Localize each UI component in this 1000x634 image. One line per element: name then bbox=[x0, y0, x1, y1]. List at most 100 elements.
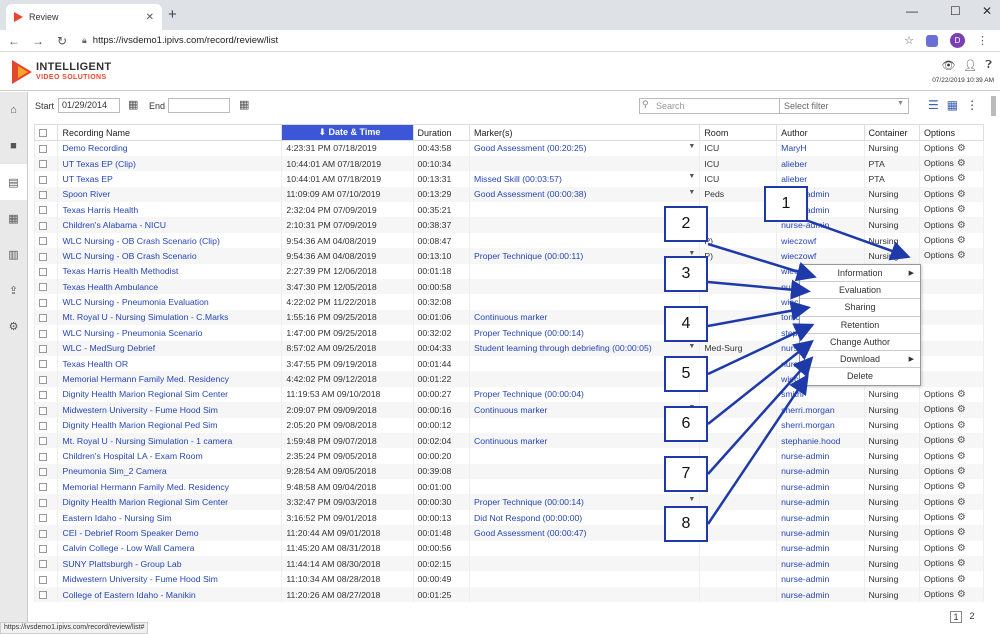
user-icon[interactable]: 👤︎ bbox=[963, 59, 977, 72]
recording-name[interactable]: Texas Health Ambulance bbox=[57, 279, 283, 295]
recording-name[interactable]: Pneumonia Sim_2 Camera bbox=[57, 463, 283, 480]
row-checkbox[interactable] bbox=[39, 406, 47, 415]
options-label[interactable]: Options bbox=[924, 250, 954, 260]
start-calendar-icon[interactable]: ▦ bbox=[128, 98, 138, 111]
table-row[interactable]: Spoon River 11:09:09 AM 07/10/2019 00:13:2… bbox=[33, 186, 985, 203]
options-label[interactable]: Options bbox=[924, 481, 954, 491]
gear-icon[interactable]: ⚙ bbox=[957, 466, 966, 477]
table-row[interactable]: Eastern Idaho - Nursing Sim 3:16:52 PM 09… bbox=[33, 509, 985, 526]
col-markers[interactable]: Marker(s) bbox=[468, 124, 701, 141]
gear-icon[interactable]: ⚙ bbox=[957, 527, 966, 538]
recording-marker[interactable]: Good Assessment (00:20:25) ▼ bbox=[468, 140, 701, 156]
recording-name[interactable]: Mt. Royal U - Nursing Simulation - C.Mar… bbox=[57, 309, 283, 326]
options-label[interactable]: Options bbox=[924, 389, 954, 399]
options-cell[interactable]: Options ⚙ bbox=[918, 571, 985, 587]
options-label[interactable]: Options bbox=[924, 435, 954, 445]
recording-author[interactable]: alieber bbox=[776, 155, 865, 172]
options-cell[interactable]: Options ⚙ bbox=[918, 402, 985, 418]
options-label[interactable]: Options bbox=[924, 158, 954, 168]
table-row[interactable]: Memorial Hermann Family Med. Residency 9:… bbox=[33, 479, 985, 495]
list-view-icon[interactable]: ☰ bbox=[928, 98, 939, 112]
options-cell[interactable] bbox=[918, 340, 985, 356]
row-checkbox[interactable] bbox=[39, 560, 47, 569]
options-label[interactable]: Options bbox=[924, 543, 954, 553]
recording-name[interactable]: Dignity Health Marion Regional Sim Cente… bbox=[57, 386, 283, 403]
options-cell[interactable] bbox=[918, 279, 985, 295]
new-tab-icon[interactable]: + bbox=[168, 6, 177, 23]
recording-name[interactable]: SUNY Plattsburgh - Group Lab bbox=[57, 556, 283, 572]
recording-author[interactable]: sherri.morgan bbox=[776, 402, 865, 418]
recording-author[interactable]: nurse-admin bbox=[776, 525, 865, 541]
recording-author[interactable]: nurse-admin bbox=[776, 571, 865, 587]
chevron-down-icon[interactable]: ▼ bbox=[688, 343, 695, 350]
recording-author[interactable]: MaryH bbox=[776, 140, 865, 156]
options-label[interactable]: Options bbox=[924, 497, 954, 507]
recording-name[interactable]: Mt. Royal U - Nursing Simulation - 1 cam… bbox=[57, 432, 283, 449]
options-cell[interactable]: Options ⚙ bbox=[918, 479, 985, 495]
row-checkbox[interactable] bbox=[39, 283, 47, 292]
row-checkbox[interactable] bbox=[39, 191, 47, 200]
options-cell[interactable]: Options ⚙ bbox=[918, 556, 985, 572]
home-icon[interactable]: ⌂ bbox=[0, 92, 27, 128]
browser-menu-icon[interactable]: ⋮ bbox=[977, 34, 988, 47]
options-cell[interactable] bbox=[918, 371, 985, 387]
options-cell[interactable]: Options ⚙ bbox=[918, 494, 985, 510]
table-row[interactable]: Children's Alabama - NICU 2:10:31 PM 07/0… bbox=[33, 217, 985, 233]
recording-author[interactable]: stephanie.hood bbox=[776, 432, 865, 449]
table-row[interactable]: Pneumonia Sim_2 Camera 9:28:54 AM 09/05/2… bbox=[33, 463, 985, 480]
options-cell[interactable] bbox=[918, 294, 985, 310]
row-checkbox[interactable] bbox=[39, 391, 47, 400]
options-cell[interactable]: Options ⚙ bbox=[918, 171, 985, 187]
recording-marker[interactable] bbox=[468, 556, 701, 572]
table-row[interactable]: Midwestern University - Fume Hood Sim 11:… bbox=[33, 571, 985, 587]
gear-icon[interactable]: ⚙ bbox=[957, 404, 966, 415]
options-label[interactable]: Options bbox=[924, 466, 954, 476]
eye-icon[interactable]: 👁︎ bbox=[941, 59, 955, 72]
recording-name[interactable]: Midwestern University - Fume Hood Sim bbox=[57, 571, 283, 587]
options-label[interactable]: Options bbox=[924, 220, 954, 230]
table-row[interactable]: Calvin College - Low Wall Camera 11:45:20… bbox=[33, 540, 985, 557]
page-2-button[interactable]: 2 bbox=[966, 611, 978, 623]
url-field[interactable]: https://ivsdemo1.ipivs.com/record/review… bbox=[93, 35, 904, 46]
recording-author[interactable]: wieczowf bbox=[776, 248, 865, 264]
chevron-down-icon[interactable]: ▼ bbox=[688, 143, 695, 150]
recording-name[interactable]: WLC Nursing - Pneumonia Scenario bbox=[57, 325, 283, 341]
recording-marker[interactable]: Missed Skill (00:03:57) ▼ bbox=[468, 171, 701, 187]
gear-icon[interactable]: ⚙ bbox=[957, 574, 966, 585]
options-label[interactable]: Options bbox=[924, 143, 954, 153]
page-1-button[interactable]: 1 bbox=[950, 611, 962, 623]
recording-author[interactable]: nurse-admin bbox=[776, 479, 865, 495]
recording-author[interactable]: nurse-admin bbox=[776, 494, 865, 510]
forward-icon[interactable]: → bbox=[28, 34, 48, 48]
table-row[interactable]: Dignity Health Marion Regional Ped Sim 2:… bbox=[33, 417, 985, 433]
row-checkbox[interactable] bbox=[39, 344, 47, 353]
menu-item-change-author[interactable]: Change Author bbox=[800, 334, 920, 351]
row-checkbox[interactable] bbox=[39, 575, 47, 584]
gear-icon[interactable]: ⚙ bbox=[957, 220, 966, 231]
col-duration[interactable]: Duration bbox=[412, 124, 470, 141]
menu-item-sharing[interactable]: Sharing bbox=[800, 299, 920, 317]
row-checkbox[interactable] bbox=[39, 498, 47, 507]
row-checkbox[interactable] bbox=[39, 175, 47, 184]
end-date-input[interactable] bbox=[168, 98, 230, 113]
options-cell[interactable]: Options ⚙ bbox=[918, 386, 985, 403]
row-checkbox[interactable] bbox=[39, 468, 47, 477]
gear-icon[interactable]: ⚙ bbox=[957, 173, 966, 184]
col-date-time[interactable]: ⬇ Date & Time bbox=[281, 124, 414, 141]
options-cell[interactable]: Options ⚙ bbox=[918, 217, 985, 233]
settings-gear-icon[interactable]: ⚙ bbox=[0, 308, 27, 344]
gear-icon[interactable]: ⚙ bbox=[957, 451, 966, 462]
table-row[interactable]: UT Texas EP (Clip) 10:44:01 AM 07/18/2019… bbox=[33, 155, 985, 172]
film-icon[interactable]: ▤ bbox=[0, 164, 27, 200]
row-checkbox[interactable] bbox=[39, 591, 47, 600]
options-cell[interactable]: Options ⚙ bbox=[918, 509, 985, 526]
recording-author[interactable]: nurse-admin bbox=[776, 556, 865, 572]
table-row[interactable]: UT Texas EP 10:44:01 AM 07/18/2019 00:13:3… bbox=[33, 171, 985, 187]
row-checkbox[interactable] bbox=[39, 160, 47, 169]
recording-author[interactable]: nurse-admin bbox=[776, 509, 865, 526]
gear-icon[interactable]: ⚙ bbox=[957, 512, 966, 523]
menu-item-delete[interactable]: Delete bbox=[800, 368, 920, 385]
options-cell[interactable]: Options ⚙ bbox=[918, 417, 985, 433]
gear-icon[interactable]: ⚙ bbox=[957, 558, 966, 569]
recording-name[interactable]: WLC - MedSurg Debrief bbox=[57, 340, 283, 356]
